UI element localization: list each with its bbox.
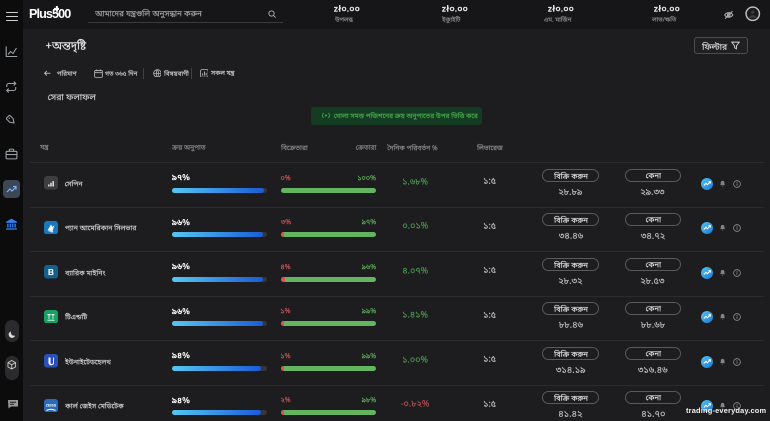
svg-text:ZEISS: ZEISS — [46, 403, 57, 407]
svg-text:B: B — [48, 267, 54, 277]
